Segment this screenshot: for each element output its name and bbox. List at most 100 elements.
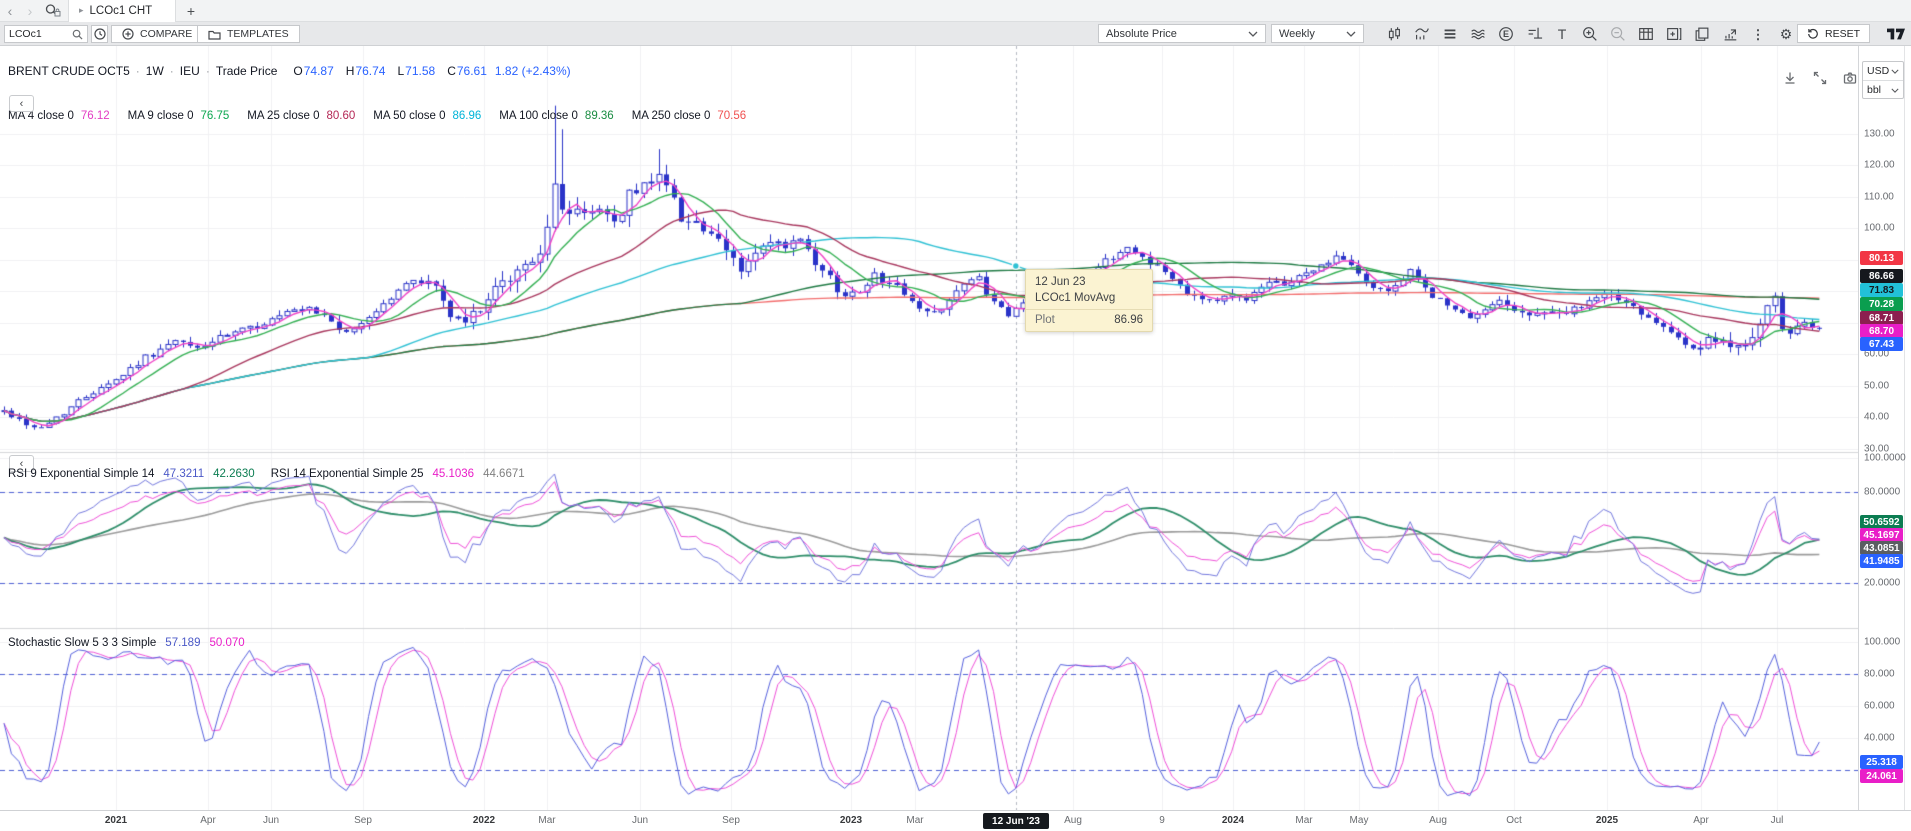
- stoch-legend: Stochastic Slow 5 3 3 Simple57.18950.070: [8, 637, 245, 649]
- time-label: 9: [1159, 815, 1165, 826]
- time-label: Jul: [1771, 815, 1784, 826]
- symbol-search-box[interactable]: [4, 25, 88, 43]
- separator-dot: ·: [170, 64, 174, 78]
- reset-button[interactable]: RESET: [1797, 24, 1870, 43]
- axis-tick: 80.000: [1864, 669, 1895, 680]
- layers-icon[interactable]: [1437, 23, 1463, 45]
- export-chart-icon[interactable]: [1717, 23, 1743, 45]
- add-circle-icon: [122, 28, 134, 40]
- axis-tick: 100.000: [1864, 637, 1900, 648]
- time-label: Mar: [1295, 815, 1312, 826]
- compare-label: COMPARE: [140, 28, 192, 40]
- time-label: Aug: [1429, 815, 1447, 826]
- nav-forward-icon[interactable]: ›: [20, 0, 40, 22]
- tool-icon-row: E T: [1381, 22, 1799, 46]
- time-label: 2023: [840, 815, 862, 826]
- axis-badge: 50.6592: [1860, 515, 1903, 529]
- axis-tick: 40.000: [1864, 733, 1895, 744]
- ohlc-C: C76.61: [447, 64, 487, 78]
- main-series-legend: BRENT CRUDE OCT5 · 1W · IEU · Trade Pric…: [8, 64, 571, 78]
- time-label: Jun: [632, 815, 648, 826]
- search-lock-icon[interactable]: [40, 3, 64, 18]
- zoom-in-icon[interactable]: [1577, 23, 1603, 45]
- waves-icon[interactable]: [1465, 23, 1491, 45]
- pane-action-icons: [1778, 68, 1861, 88]
- axis-badge: 68.71: [1860, 311, 1903, 325]
- price-mode-select[interactable]: Absolute Price: [1098, 24, 1266, 43]
- axis-tick: 60.000: [1864, 701, 1895, 712]
- currency-select[interactable]: USD: [1863, 62, 1903, 80]
- interval-value: Weekly: [1279, 28, 1315, 40]
- settings-gear-icon[interactable]: ⚙: [1773, 23, 1799, 45]
- time-crosshair-badge: 12 Jun '23: [983, 813, 1049, 829]
- compare-button[interactable]: COMPARE: [111, 25, 203, 43]
- axis-tick: 100.0000: [1864, 453, 1906, 464]
- tooltip-date: 12 Jun 23: [1035, 276, 1143, 288]
- ma-legend-item: MA 9 close 076.75: [128, 110, 230, 122]
- tab-lcoc1-cht[interactable]: ▸ LCOc1 CHT: [68, 0, 176, 22]
- axis-badge: 24.061: [1860, 769, 1903, 783]
- symbol-name: BRENT CRUDE OCT5: [8, 64, 130, 78]
- time-label: Apr: [1693, 815, 1709, 826]
- chart-toolbar: COMPARE TEMPLATES Absolute Price Weekly: [0, 22, 1911, 46]
- tab-title: LCOc1 CHT: [90, 5, 153, 17]
- add-pane-icon[interactable]: [1661, 23, 1687, 45]
- kebab-menu-icon[interactable]: ⋮: [1745, 23, 1771, 45]
- axis-tick: 50.00: [1864, 381, 1889, 392]
- axis-badge: 86.66: [1860, 269, 1903, 283]
- legend-interval: 1W: [146, 64, 164, 78]
- axis-badge: 45.1697: [1860, 528, 1903, 542]
- events-icon[interactable]: E: [1493, 23, 1519, 45]
- axis-badge: 25.318: [1860, 755, 1903, 769]
- time-label: Aug: [1064, 815, 1082, 826]
- candlestick-style-icon[interactable]: [1381, 23, 1407, 45]
- price-mode-value: Absolute Price: [1106, 28, 1177, 40]
- folder-icon: [208, 29, 221, 40]
- price-scale-column[interactable]: 130.00120.00110.00100.0090.0080.0070.006…: [1858, 0, 1911, 831]
- symbol-input[interactable]: [9, 28, 67, 40]
- text-letter: T: [1558, 27, 1567, 41]
- maximize-pane-icon[interactable]: [1808, 68, 1831, 88]
- collapse-main-legend-button[interactable]: ‹: [9, 95, 34, 112]
- duplicate-icon[interactable]: [1689, 23, 1715, 45]
- screenshot-camera-icon[interactable]: [1838, 68, 1861, 88]
- time-label: Mar: [538, 815, 555, 826]
- axis-tick: 80.0000: [1864, 487, 1900, 498]
- zoom-out-icon[interactable]: [1605, 23, 1631, 45]
- axis-tick: 100.00: [1864, 223, 1895, 234]
- separator-dot: ·: [136, 64, 140, 78]
- scroll-to-latest-icon[interactable]: [1778, 68, 1801, 88]
- tradingview-logo[interactable]: [1884, 24, 1908, 44]
- templates-button[interactable]: TEMPLATES: [197, 25, 300, 43]
- kebab-glyph: ⋮: [1752, 28, 1765, 41]
- nav-back-icon[interactable]: ‹: [0, 0, 20, 22]
- tooltip-value: 86.96: [1114, 314, 1143, 326]
- time-label: Sep: [722, 815, 740, 826]
- axis-badge: 70.28: [1860, 297, 1903, 311]
- axis-tick: 130.00: [1864, 129, 1895, 140]
- time-label: Mar: [906, 815, 923, 826]
- text-tool-icon[interactable]: T: [1549, 23, 1575, 45]
- data-tooltip: 12 Jun 23 LCOc1 MovAvg Plot 86.96: [1025, 269, 1153, 332]
- axis-badge: 41.9485: [1860, 554, 1903, 568]
- interval-select[interactable]: Weekly: [1271, 24, 1364, 43]
- time-label: Oct: [1506, 815, 1522, 826]
- rsi-legend-item: RSI 14 Exponential Simple 2545.103644.66…: [271, 468, 525, 480]
- change-value: 1.82 (+2.43%): [495, 64, 571, 78]
- reset-icon: [1807, 28, 1819, 40]
- time-label: Sep: [354, 815, 372, 826]
- templates-label: TEMPLATES: [227, 28, 289, 40]
- data-table-icon[interactable]: [1633, 23, 1659, 45]
- time-axis[interactable]: 12 Jun '23 2021AprJunSep2022MarJunSep202…: [0, 810, 1911, 831]
- chevron-down-icon: [1891, 69, 1899, 74]
- add-tab-button[interactable]: +: [176, 0, 206, 22]
- chevron-down-icon: [1346, 31, 1356, 37]
- history-clock-button[interactable]: [91, 25, 108, 43]
- legend-price-type: Trade Price: [216, 64, 278, 78]
- time-label: Apr: [200, 815, 216, 826]
- axis-scale-icon[interactable]: [1521, 23, 1547, 45]
- tooltip-series: LCOc1 MovAvg: [1035, 292, 1143, 304]
- unit-select[interactable]: bbl: [1863, 81, 1903, 99]
- time-label: 2022: [473, 815, 495, 826]
- indicators-icon[interactable]: [1409, 23, 1435, 45]
